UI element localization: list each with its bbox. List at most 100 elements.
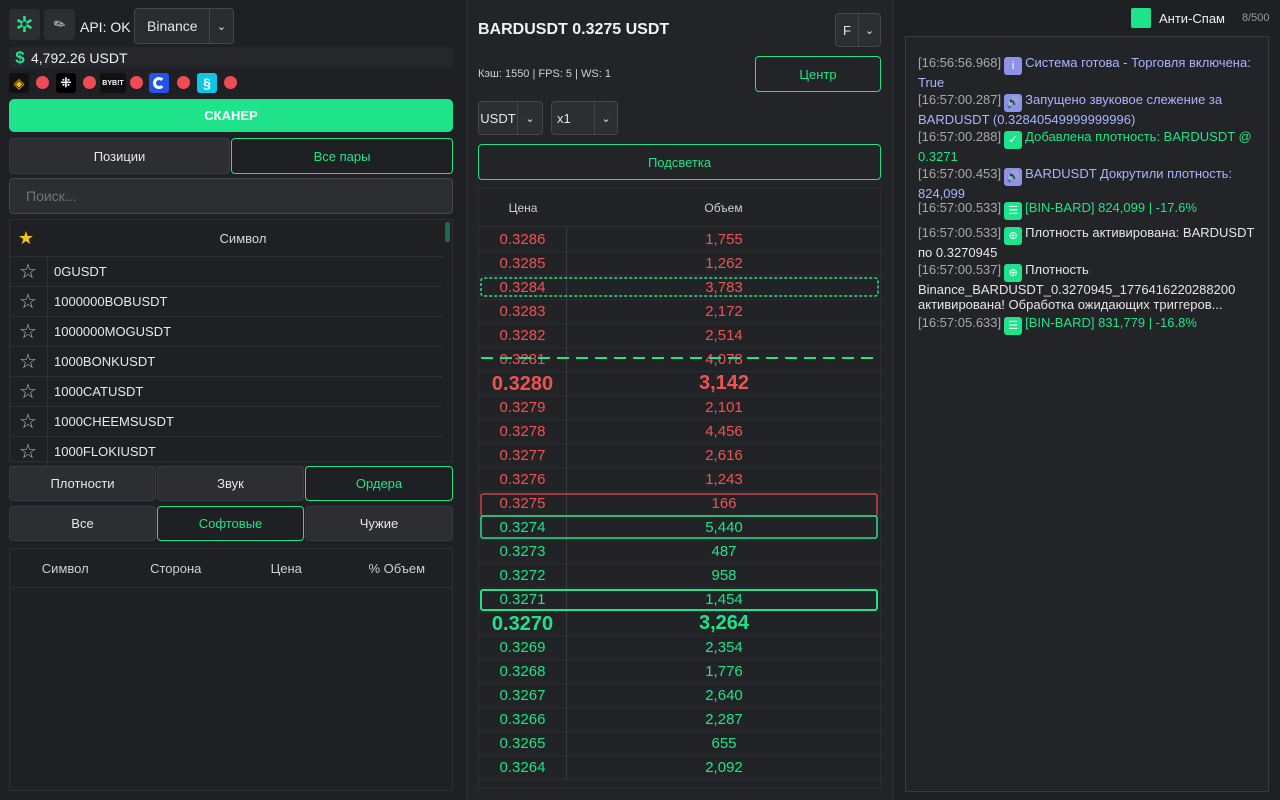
orderbook-volume: 2,092: [705, 759, 743, 776]
log-counter: 8/500: [1242, 12, 1270, 24]
bid-spread-box: [480, 515, 878, 539]
orderbook-price: 0.3285: [479, 251, 567, 276]
okx-status-dot: [83, 76, 96, 89]
col-price: Цена: [270, 560, 302, 576]
chevron-down-icon: ⌄: [594, 102, 617, 134]
tab-sound[interactable]: Звук: [157, 466, 304, 501]
orderbook-price: 0.3265: [479, 731, 567, 756]
star-outline-icon[interactable]: ☆: [9, 436, 48, 467]
orderbook-row[interactable]: 0.3265 655: [479, 731, 881, 756]
star-outline-icon[interactable]: ☆: [9, 376, 48, 407]
log-time: [16:56:56.968]: [918, 55, 1002, 70]
col-volume-header: Объем: [704, 200, 743, 215]
log-time: [16:57:00.533]: [918, 200, 1002, 215]
log-entry: [16:57:00.533] ⊕ Плотность активирована: B…: [918, 225, 1263, 260]
orderbook-row[interactable]: 0.3286 1,755: [479, 227, 881, 252]
symbol-row[interactable]: ☆ 1000CATUSDT: [9, 376, 443, 407]
orderbook-price: 0.3268: [479, 659, 567, 684]
log-text: [BIN-BARD] 831,779 | -16.8%: [1025, 315, 1197, 330]
binance-icon[interactable]: ◈: [9, 73, 29, 93]
star-outline-icon[interactable]: ☆: [9, 286, 48, 317]
multiplier-value: x1: [557, 110, 571, 126]
tab-positions[interactable]: Позиции: [9, 138, 230, 174]
gate-icon[interactable]: [149, 73, 169, 93]
center-button[interactable]: Центр: [755, 56, 881, 92]
symbol-row[interactable]: ☆ 1000FLOKIUSDT: [9, 436, 443, 467]
log-entry: [16:57:00.287] 🔊 Запущено звуковое слежени…: [918, 92, 1263, 127]
star-outline-icon[interactable]: ☆: [9, 256, 48, 287]
log-entry: [16:57:00.537] ⊕ Плотность Binance_BARDUSD…: [918, 262, 1263, 312]
density-box: [480, 589, 878, 611]
antispam-checkbox[interactable]: [1131, 8, 1151, 28]
log-time: [16:57:05.633]: [918, 315, 1002, 330]
col-side: Сторона: [150, 560, 202, 576]
chevron-down-icon: ⌄: [858, 14, 880, 46]
orderbook-row[interactable]: 0.3267 2,640: [479, 683, 881, 708]
tab-densities[interactable]: Плотности: [9, 466, 156, 501]
orderbook-row[interactable]: 0.3266 2,287: [479, 707, 881, 732]
log-time: [16:57:00.288]: [918, 129, 1002, 144]
orderbook-row[interactable]: 0.3268 1,776: [479, 659, 881, 684]
orderbook-row[interactable]: 0.3264 2,092: [479, 755, 881, 780]
bybit-icon[interactable]: BYB!T: [100, 73, 126, 93]
api-status: API: OK: [80, 19, 131, 35]
currency-select[interactable]: USDT ⌄: [478, 101, 543, 135]
filter-soft[interactable]: Софтовые: [157, 506, 304, 541]
symbol-row[interactable]: ☆ 1000000MOGUSDT: [9, 316, 443, 347]
settings-button[interactable]: ✲: [9, 9, 40, 40]
symbol-row[interactable]: ☆ 1000CHEEMSUSDT: [9, 406, 443, 437]
tab-all-pairs[interactable]: Все пары: [231, 138, 453, 174]
antispam-label: Анти-Спам: [1159, 11, 1225, 26]
balance-value: 4,792.26 USDT: [31, 49, 128, 66]
symbol-name: 0GUSDT: [54, 264, 107, 279]
col-symbol: Символ: [41, 560, 89, 576]
gate-glyph: [153, 77, 165, 89]
target-icon: ⊕: [1004, 227, 1023, 245]
bybit-status-dot: [130, 76, 143, 89]
favorites-star-icon[interactable]: ★: [10, 228, 42, 249]
filter-foreign[interactable]: Чужие: [305, 506, 453, 541]
gate-status-dot: [177, 76, 190, 89]
star-outline-icon[interactable]: ☆: [9, 346, 48, 377]
orderbook-row[interactable]: 0.3269 2,354: [479, 635, 881, 660]
symbol-list-scrollbar[interactable]: [445, 222, 450, 242]
gear-icon: ✲: [15, 11, 34, 37]
log-time: [16:57:00.453]: [918, 166, 1002, 181]
search-input[interactable]: [9, 178, 453, 214]
log-text: [BIN-BARD] 824,099 | -17.6%: [1025, 200, 1197, 215]
tab-orders[interactable]: Ордера: [305, 466, 453, 501]
orderbook-volume: 2,287: [705, 711, 743, 728]
dollar-icon: $: [15, 47, 25, 67]
filter-all[interactable]: Все: [9, 506, 156, 541]
log-time: [16:57:00.287]: [918, 92, 1002, 107]
log-time: [16:57:00.533]: [918, 225, 1002, 240]
star-outline-icon[interactable]: ☆: [9, 316, 48, 347]
multiplier-select[interactable]: x1 ⌄: [551, 101, 618, 135]
orderbook-row[interactable]: 0.3285 1,262: [479, 251, 881, 276]
market-type-select[interactable]: F ⌄: [835, 13, 881, 47]
symbol-row[interactable]: ☆ 1000000BOBUSDT: [9, 286, 443, 317]
symbol-row[interactable]: ☆ 1000BONKUSDT: [9, 346, 443, 377]
symbol-list-header: ★ Символ: [10, 220, 444, 257]
symbol-row[interactable]: ☆ 0GUSDT: [9, 256, 443, 287]
chevron-down-icon: ⌄: [209, 9, 233, 43]
orderbook-price: 0.3264: [479, 755, 567, 780]
highlight-button[interactable]: Подсветка: [478, 144, 881, 180]
orders-table: Символ Сторона Цена % Объем: [9, 548, 453, 791]
pin-button[interactable]: ✎: [44, 9, 75, 40]
orderbook-title: BARDUSDT 0.3275 USDT: [478, 21, 670, 38]
star-outline-icon[interactable]: ☆: [9, 406, 48, 437]
currency-value: USDT: [480, 110, 516, 126]
log-entry: [16:56:56.968] i Система готова - Торговля…: [918, 55, 1263, 90]
exchange-select[interactable]: Binance ⌄: [134, 8, 234, 44]
symbol-name: 1000CHEEMSUSDT: [54, 414, 174, 429]
orderbook-stats: Кэш: 1550 | FPS: 5 | WS: 1: [478, 68, 611, 80]
orderbook-volume: 2,354: [705, 639, 743, 656]
orderbook-volume: 1,776: [705, 663, 743, 680]
symbol-column-header: Символ: [219, 230, 267, 246]
balance-bar: $ 4,792.26 USDT: [9, 47, 453, 68]
orderbook-volume: 1,755: [705, 231, 743, 248]
okx-icon[interactable]: ⁜: [56, 73, 76, 93]
scanner-button[interactable]: СКАНЕР: [9, 99, 453, 132]
bitget-icon[interactable]: §: [197, 73, 217, 93]
